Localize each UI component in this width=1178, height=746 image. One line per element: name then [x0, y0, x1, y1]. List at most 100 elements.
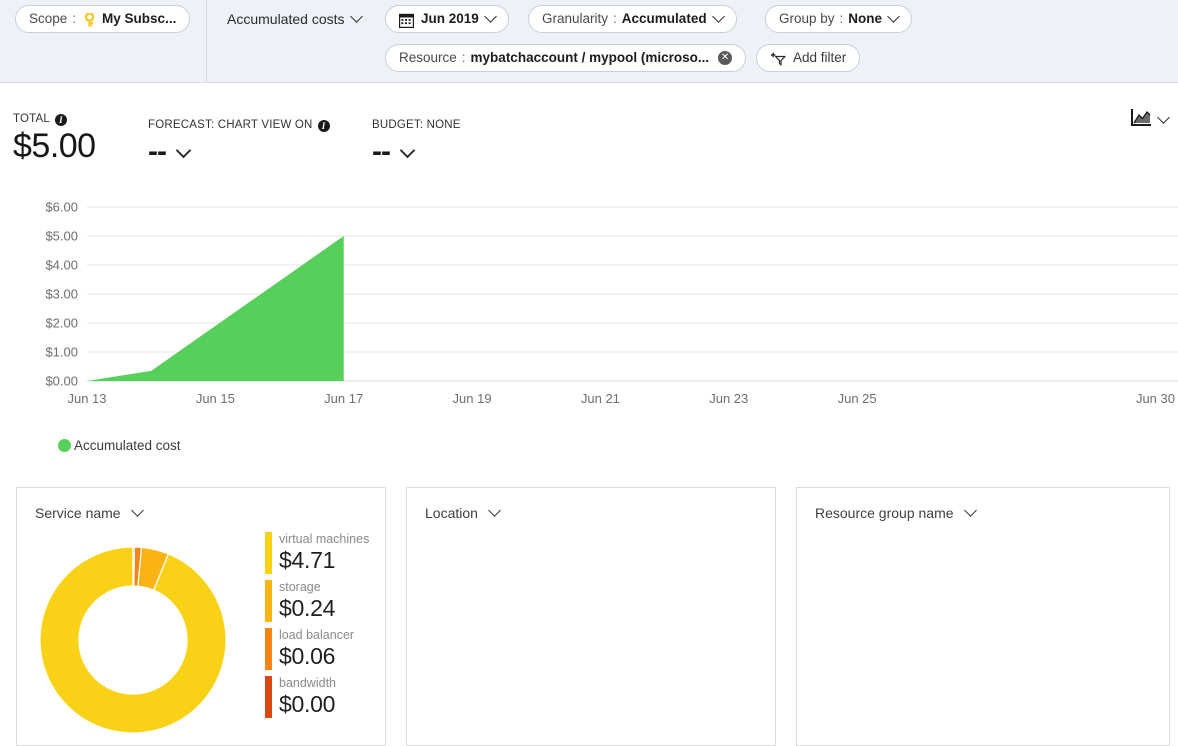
- legend-item-label: load balancer: [279, 628, 355, 642]
- kpi-budget-row[interactable]: --: [372, 135, 461, 169]
- scope-label: Scope: [29, 11, 68, 27]
- card-resource-group-name-selector[interactable]: Resource group name: [815, 503, 977, 521]
- resource-group-name-donut[interactable]: [811, 538, 1015, 745]
- service-name-legend: virtual machines $4.71 storage $0.24 load ba…: [265, 532, 369, 724]
- legend-color-swatch: [265, 532, 272, 574]
- card-service-name-selector[interactable]: Service name: [35, 503, 144, 521]
- scope-selector[interactable]: Scope : My Subsc...: [15, 5, 191, 33]
- info-icon[interactable]: i: [55, 114, 67, 126]
- accumulated-cost-area-chart: $0.00 $1.00 $2.00 $3.00 $4.00 $5.00 $6.00 Jun 1…: [0, 193, 1178, 423]
- chevron-down-icon: [483, 9, 497, 23]
- card-location: Location us west$5.00: [406, 487, 776, 746]
- chevron-down-icon: [963, 503, 977, 517]
- add-filter-button[interactable]: Add filter: [756, 44, 861, 72]
- legend-item-amount: $0.06: [279, 643, 336, 669]
- legend-item[interactable]: bandwidth $0.00: [265, 676, 369, 718]
- filter-toolbar: Scope : My Subsc... Accumulated costs Ju…: [0, 0, 1178, 83]
- kpi-forecast-row[interactable]: --: [148, 135, 330, 169]
- x-axis-tick: Jun 15: [196, 391, 235, 406]
- legend-item-amount: $0.00: [279, 691, 336, 717]
- x-axis-tick: Jun 13: [67, 391, 106, 406]
- legend-item-label: bandwidth: [279, 676, 336, 690]
- card-title: Resource group name: [815, 505, 954, 521]
- date-range-value: Jun 2019: [421, 11, 479, 27]
- card-title: Location: [425, 505, 478, 521]
- kpi-forecast: FORECAST: CHART VIEW ON i --: [148, 119, 330, 169]
- calendar-icon: [398, 13, 415, 28]
- legend-color-swatch: [58, 439, 71, 452]
- view-label: Accumulated costs: [227, 11, 345, 27]
- x-axis-tick: Jun 17: [324, 391, 363, 406]
- service-name-donut[interactable]: [31, 538, 235, 745]
- kpi-forecast-caption-text: FORECAST: CHART VIEW ON: [148, 119, 313, 131]
- chevron-down-icon: [1157, 110, 1170, 124]
- x-axis-tick: Jun 30: [1136, 391, 1175, 406]
- chevron-down-icon: [399, 142, 416, 158]
- area-series-accumulated-cost[interactable]: [87, 236, 344, 381]
- legend-label[interactable]: Accumulated cost: [74, 438, 181, 453]
- scope-zone: Scope : My Subsc...: [0, 0, 207, 82]
- add-filter-label: Add filter: [793, 50, 847, 66]
- card-service-name: Service name virtual machines $4.71 storag…: [16, 487, 386, 746]
- chevron-down-icon: [488, 503, 501, 517]
- chevron-down-icon: [349, 9, 363, 23]
- kpi-forecast-caption: FORECAST: CHART VIEW ON i: [148, 119, 330, 132]
- kpi-total-caption-text: TOTAL: [13, 113, 50, 125]
- y-axis-tick: $0.00: [45, 374, 78, 389]
- legend-item-label: virtual machines: [279, 532, 370, 546]
- kpi-budget: BUDGET: NONE --: [372, 119, 461, 169]
- kpi-total-caption: TOTAL i: [13, 113, 96, 126]
- resource-filter-chip[interactable]: Resource : mybatchaccount / mypool (micr…: [385, 44, 747, 72]
- add-filter-icon: [770, 52, 787, 67]
- y-axis-tick: $3.00: [45, 287, 78, 302]
- legend-item-amount: $0.24: [279, 595, 336, 621]
- chevron-down-icon: [175, 142, 192, 158]
- granularity-separator: :: [613, 11, 617, 27]
- chevron-down-icon: [711, 9, 725, 23]
- legend-item[interactable]: virtual machines $4.71: [265, 532, 369, 574]
- location-donut[interactable]: [421, 538, 625, 745]
- date-range-selector[interactable]: Jun 2019: [385, 5, 509, 33]
- legend-color-swatch: [265, 676, 272, 718]
- legend-color-swatch: [265, 580, 272, 622]
- legend-item[interactable]: storage $0.24: [265, 580, 369, 622]
- breakdown-cards: Service name virtual machines $4.71 storag…: [0, 487, 1178, 746]
- card-resource-group-name: Resource group name myresourcegroup$5.00: [796, 487, 1170, 746]
- chevron-down-icon: [887, 9, 900, 23]
- kpi-row: TOTAL i $5.00 FORECAST: CHART VIEW ON i --…: [0, 83, 1178, 193]
- group-by-separator: :: [839, 11, 844, 27]
- y-axis-tick: $6.00: [45, 200, 78, 215]
- y-axis-tick: $4.00: [45, 258, 78, 273]
- kpi-budget-value: --: [372, 135, 391, 168]
- chart-legend: Accumulated cost: [58, 438, 181, 453]
- kpi-budget-caption: BUDGET: NONE: [372, 119, 461, 131]
- kpi-total: TOTAL i $5.00: [13, 113, 96, 166]
- close-icon[interactable]: ✕: [718, 51, 733, 65]
- area-chart-svg: $0.00 $1.00 $2.00 $3.00 $4.00 $5.00 $6.00 Jun 1…: [45, 200, 1178, 406]
- scope-separator: :: [72, 11, 77, 27]
- resource-filter-label: Resource: [399, 50, 457, 66]
- legend-item-amount: $4.71: [279, 547, 336, 573]
- granularity-selector[interactable]: Granularity : Accumulated: [528, 5, 737, 33]
- card-location-selector[interactable]: Location: [425, 503, 501, 521]
- area-chart-icon: [1131, 109, 1151, 131]
- chevron-down-icon: [130, 503, 144, 517]
- granularity-value: Accumulated: [621, 11, 707, 27]
- y-axis-tick: $5.00: [45, 229, 78, 244]
- donut-slice[interactable]: [132, 546, 136, 587]
- group-by-label: Group by: [779, 11, 835, 27]
- group-by-selector[interactable]: Group by : None: [765, 5, 913, 33]
- x-axis-tick: Jun 23: [709, 391, 748, 406]
- chart-type-toggle[interactable]: [1131, 109, 1170, 131]
- x-axis-tick: Jun 25: [838, 391, 877, 406]
- y-axis-tick: $2.00: [45, 316, 78, 331]
- info-icon[interactable]: i: [317, 120, 330, 132]
- scope-value: My Subsc...: [102, 11, 177, 27]
- y-axis-tick: $1.00: [45, 345, 78, 360]
- x-axis-tick: Jun 21: [581, 391, 620, 406]
- x-axis-tick: Jun 19: [453, 391, 492, 406]
- legend-item[interactable]: load balancer $0.06: [265, 628, 369, 670]
- view-selector[interactable]: Accumulated costs: [221, 5, 367, 33]
- card-title: Service name: [35, 505, 121, 521]
- granularity-label: Granularity: [542, 11, 609, 27]
